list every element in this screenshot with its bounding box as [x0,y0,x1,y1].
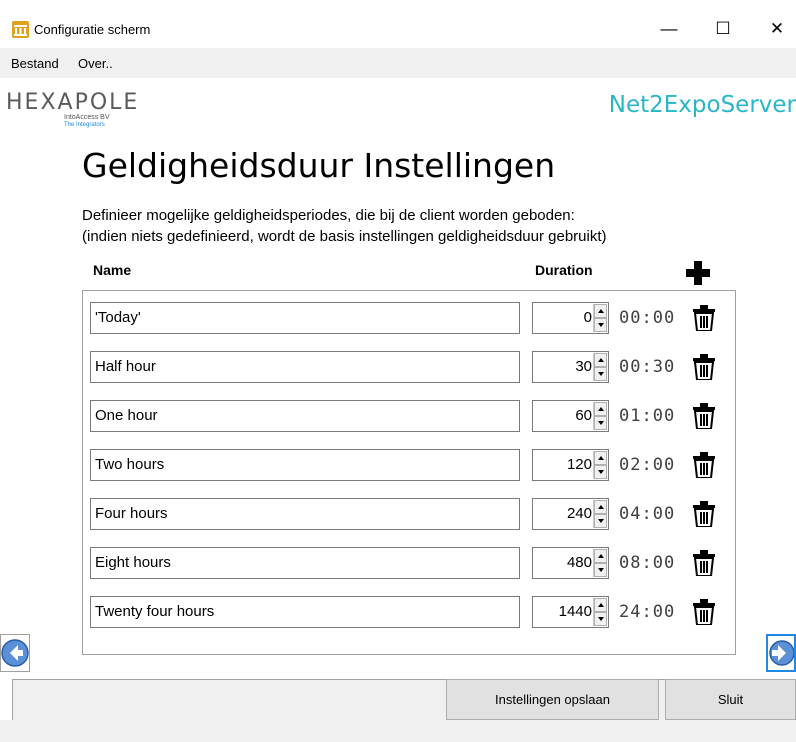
trash-icon[interactable] [692,403,716,429]
duration-value: 120 [566,456,592,473]
spin-down-button[interactable] [594,612,607,626]
name-field[interactable]: 'Today' [90,302,520,334]
spin-down-button[interactable] [594,416,607,430]
close-window-button[interactable]: ✕ [754,12,796,46]
duration-value: 30 [575,358,592,375]
list-item: One hour 60 01:00 [83,400,735,434]
duration-stepper[interactable]: 240 [532,498,609,530]
description-line-2: (indien niets gedefinieerd, wordt de bas… [82,228,607,245]
menu-bar: Bestand Over.. [0,48,796,78]
name-field[interactable]: Four hours [90,498,520,530]
column-header-duration: Duration [535,262,593,278]
time-display: 08:00 [619,553,676,573]
page-title: Geldigheidsduur Instellingen [82,146,556,185]
time-display: 00:30 [619,357,676,377]
next-button[interactable] [766,634,796,672]
menu-over[interactable]: Over.. [78,56,113,71]
name-field[interactable]: Two hours [90,449,520,481]
header: HEXAPOLE IntoAccess BV The Integrators N… [0,78,796,136]
spin-up-button[interactable] [594,353,607,367]
duration-value: 0 [583,309,592,326]
save-settings-button[interactable]: Instellingen opslaan [446,679,659,720]
menu-bestand[interactable]: Bestand [11,56,59,71]
logo-tagline: The Integrators [64,122,105,128]
trash-icon[interactable] [692,501,716,527]
duration-stepper[interactable]: 480 [532,547,609,579]
duration-value: 1440 [558,603,592,620]
list-item: Half hour 30 00:30 [83,351,735,385]
name-field[interactable]: Twenty four hours [90,596,520,628]
duration-list: 'Today' 0 00:00 Half hour 30 00:30 One h… [82,290,736,655]
spin-up-button[interactable] [594,549,607,563]
trash-icon[interactable] [692,452,716,478]
column-header-name: Name [93,262,132,278]
minimize-button[interactable]: — [646,12,692,46]
list-item: Eight hours 480 08:00 [83,547,735,581]
previous-button[interactable] [0,634,30,672]
building-icon [12,21,29,38]
list-item: Two hours 120 02:00 [83,449,735,483]
time-display: 24:00 [619,602,676,622]
duration-value: 480 [566,554,592,571]
logo-subtitle: IntoAccess BV [64,114,110,121]
duration-value: 240 [566,505,592,522]
list-item: Four hours 240 04:00 [83,498,735,532]
spin-down-button[interactable] [594,465,607,479]
spin-up-button[interactable] [594,500,607,514]
duration-stepper[interactable]: 1440 [532,596,609,628]
maximize-button[interactable]: ☐ [700,12,746,46]
spin-up-button[interactable] [594,402,607,416]
time-display: 01:00 [619,406,676,426]
trash-icon[interactable] [692,550,716,576]
page-description: Definieer mogelijke geldigheidsperiodes,… [82,205,607,247]
time-display: 04:00 [619,504,676,524]
window-title: Configuratie scherm [34,22,151,37]
status-strip [0,720,796,742]
duration-value: 60 [575,407,592,424]
duration-stepper[interactable]: 120 [532,449,609,481]
duration-stepper[interactable]: 0 [532,302,609,334]
spin-down-button[interactable] [594,367,607,381]
duration-stepper[interactable]: 60 [532,400,609,432]
name-field[interactable]: One hour [90,400,520,432]
arrow-left-icon [1,639,29,667]
spin-down-button[interactable] [594,514,607,528]
time-display: 02:00 [619,455,676,475]
duration-stepper[interactable]: 30 [532,351,609,383]
spin-down-button[interactable] [594,318,607,332]
description-line-1: Definieer mogelijke geldigheidsperiodes,… [82,207,575,224]
trash-icon[interactable] [692,354,716,380]
time-display: 00:00 [619,308,676,328]
add-row-button[interactable] [686,261,710,285]
hexapole-logo: HEXAPOLE [6,90,140,115]
spin-up-button[interactable] [594,451,607,465]
arrow-right-icon [769,640,795,666]
spin-up-button[interactable] [594,304,607,318]
name-field[interactable]: Half hour [90,351,520,383]
trash-icon[interactable] [692,305,716,331]
name-field[interactable]: Eight hours [90,547,520,579]
list-item: Twenty four hours 1440 24:00 [83,596,735,630]
spin-up-button[interactable] [594,598,607,612]
trash-icon[interactable] [692,599,716,625]
product-name: Net2ExpoServer [608,92,796,118]
spin-down-button[interactable] [594,563,607,577]
list-item: 'Today' 0 00:00 [83,302,735,336]
close-button[interactable]: Sluit [665,679,796,720]
title-bar: Configuratie scherm — ☐ ✕ [0,0,796,48]
